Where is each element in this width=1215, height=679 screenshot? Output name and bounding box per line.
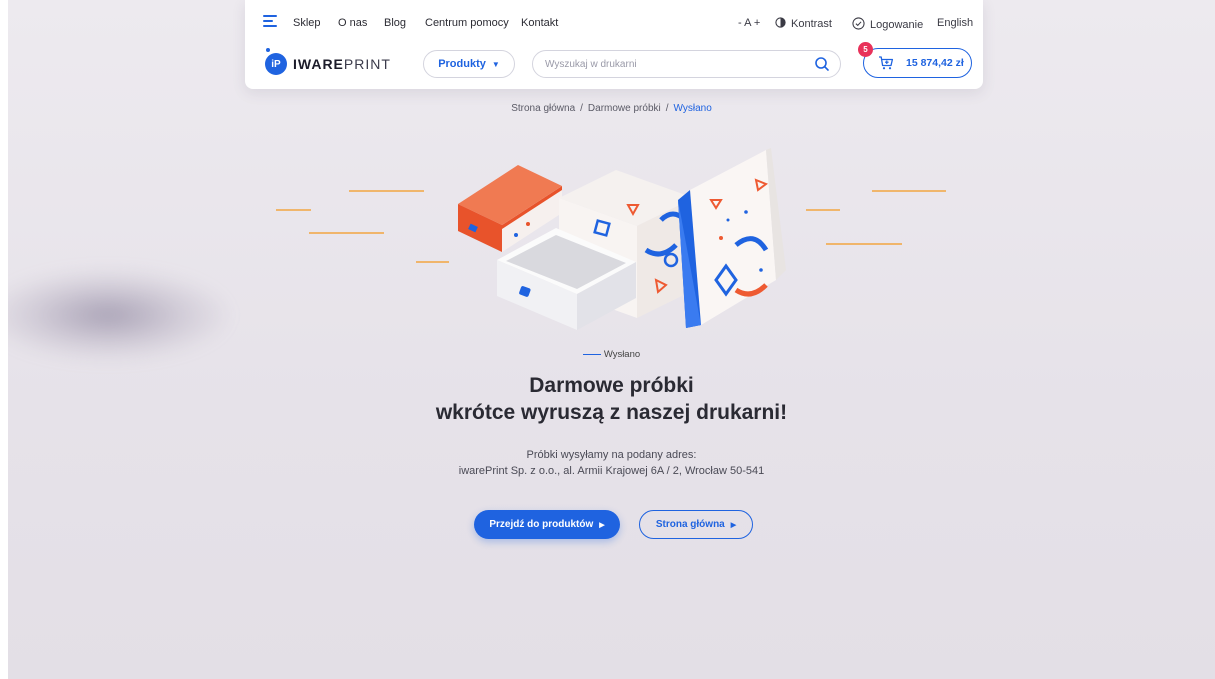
nav-link-centrum-pomocy[interactable]: Centrum pomocy — [425, 17, 509, 29]
nav-link-sklep[interactable]: Sklep — [293, 17, 321, 29]
login-link[interactable]: Logowanie — [852, 17, 923, 33]
shipping-address: iwarePrint Sp. z o.o., al. Armii Krajowe… — [458, 465, 765, 477]
products-label: Produkty — [438, 58, 486, 70]
shipping-info: Próbki wysyłamy na podany adres: iwarePr… — [8, 447, 1215, 479]
products-dropdown-button[interactable]: Produkty ▼ — [423, 50, 515, 78]
top-nav: Sklep O nas Blog Centrum pomocy Kontakt … — [245, 0, 983, 44]
contrast-toggle[interactable]: Kontrast — [775, 17, 832, 31]
font-size-control[interactable]: - A + — [738, 17, 760, 29]
page-title: Darmowe próbki wkrótce wyruszą z naszej … — [8, 372, 1215, 426]
arrow-right-icon: ▶ — [730, 521, 737, 529]
login-label: Logowanie — [870, 19, 924, 31]
gift-bag — [678, 148, 786, 328]
arrow-right-icon: ▶ — [599, 521, 605, 529]
status-dash — [582, 353, 601, 355]
cart-count-badge: 5 — [858, 42, 873, 57]
breadcrumb-separator: / — [580, 103, 583, 114]
shipping-info-line-1: Próbki wysyłamy na podany adres: — [526, 449, 697, 461]
language-label: English — [937, 17, 974, 29]
logo[interactable]: iP IWAREPRINT — [265, 48, 391, 75]
background-blur — [8, 270, 228, 360]
page-title-line-2: wkrótce wyruszą z naszej drukarni! — [435, 401, 788, 424]
search-box — [532, 50, 841, 78]
packaging-illustration — [276, 148, 946, 330]
cart-icon — [878, 55, 894, 71]
cart-total: 15 874,42 zł — [906, 57, 964, 69]
status-text: Wysłano — [603, 349, 641, 360]
contrast-icon — [775, 17, 786, 31]
caret-down-icon: ▼ — [491, 59, 500, 69]
cart-button[interactable]: 5 15 874,42 zł — [858, 42, 972, 78]
home-button[interactable]: Strona główna ▶ — [639, 510, 753, 539]
breadcrumb-current: Wysłano — [673, 103, 712, 114]
page-title-line-1: Darmowe próbki — [529, 374, 694, 397]
font-size-label: - A + — [738, 17, 761, 29]
breadcrumb-separator: / — [665, 103, 669, 114]
breadcrumb: Strona główna / Darmowe próbki / Wysłano — [8, 103, 1215, 114]
search-input[interactable] — [545, 51, 795, 77]
search-icon[interactable] — [814, 56, 830, 72]
logo-text-bold: IWARE — [293, 56, 344, 72]
breadcrumb-home[interactable]: Strona główna — [511, 103, 575, 114]
go-to-products-label: Przejdź do produktów — [489, 519, 594, 530]
site-header: Sklep O nas Blog Centrum pomocy Kontakt … — [245, 0, 983, 89]
logo-text-light: PRINT — [343, 56, 391, 72]
page: Sklep O nas Blog Centrum pomocy Kontakt … — [8, 0, 1215, 679]
shield-icon — [852, 17, 865, 33]
go-to-products-button[interactable]: Przejdź do produktów ▶ — [474, 510, 620, 539]
nav-link-blog[interactable]: Blog — [384, 17, 406, 29]
contrast-label: Kontrast — [791, 18, 832, 30]
nav-link-o-nas[interactable]: O nas — [338, 17, 367, 29]
hamburger-menu-icon[interactable] — [263, 15, 277, 27]
home-button-label: Strona główna — [655, 519, 725, 530]
logo-row: iP IWAREPRINT Produkty ▼ 5 15 874,42 zł — [245, 42, 983, 89]
status-label: Wysłano — [8, 349, 1215, 360]
logo-text: IWAREPRINT — [293, 56, 391, 72]
nav-link-kontakt[interactable]: Kontakt — [521, 17, 558, 29]
logo-mark-icon: iP — [265, 48, 287, 75]
breadcrumb-free-samples[interactable]: Darmowe próbki — [588, 103, 661, 114]
language-switch[interactable]: English — [937, 17, 973, 29]
